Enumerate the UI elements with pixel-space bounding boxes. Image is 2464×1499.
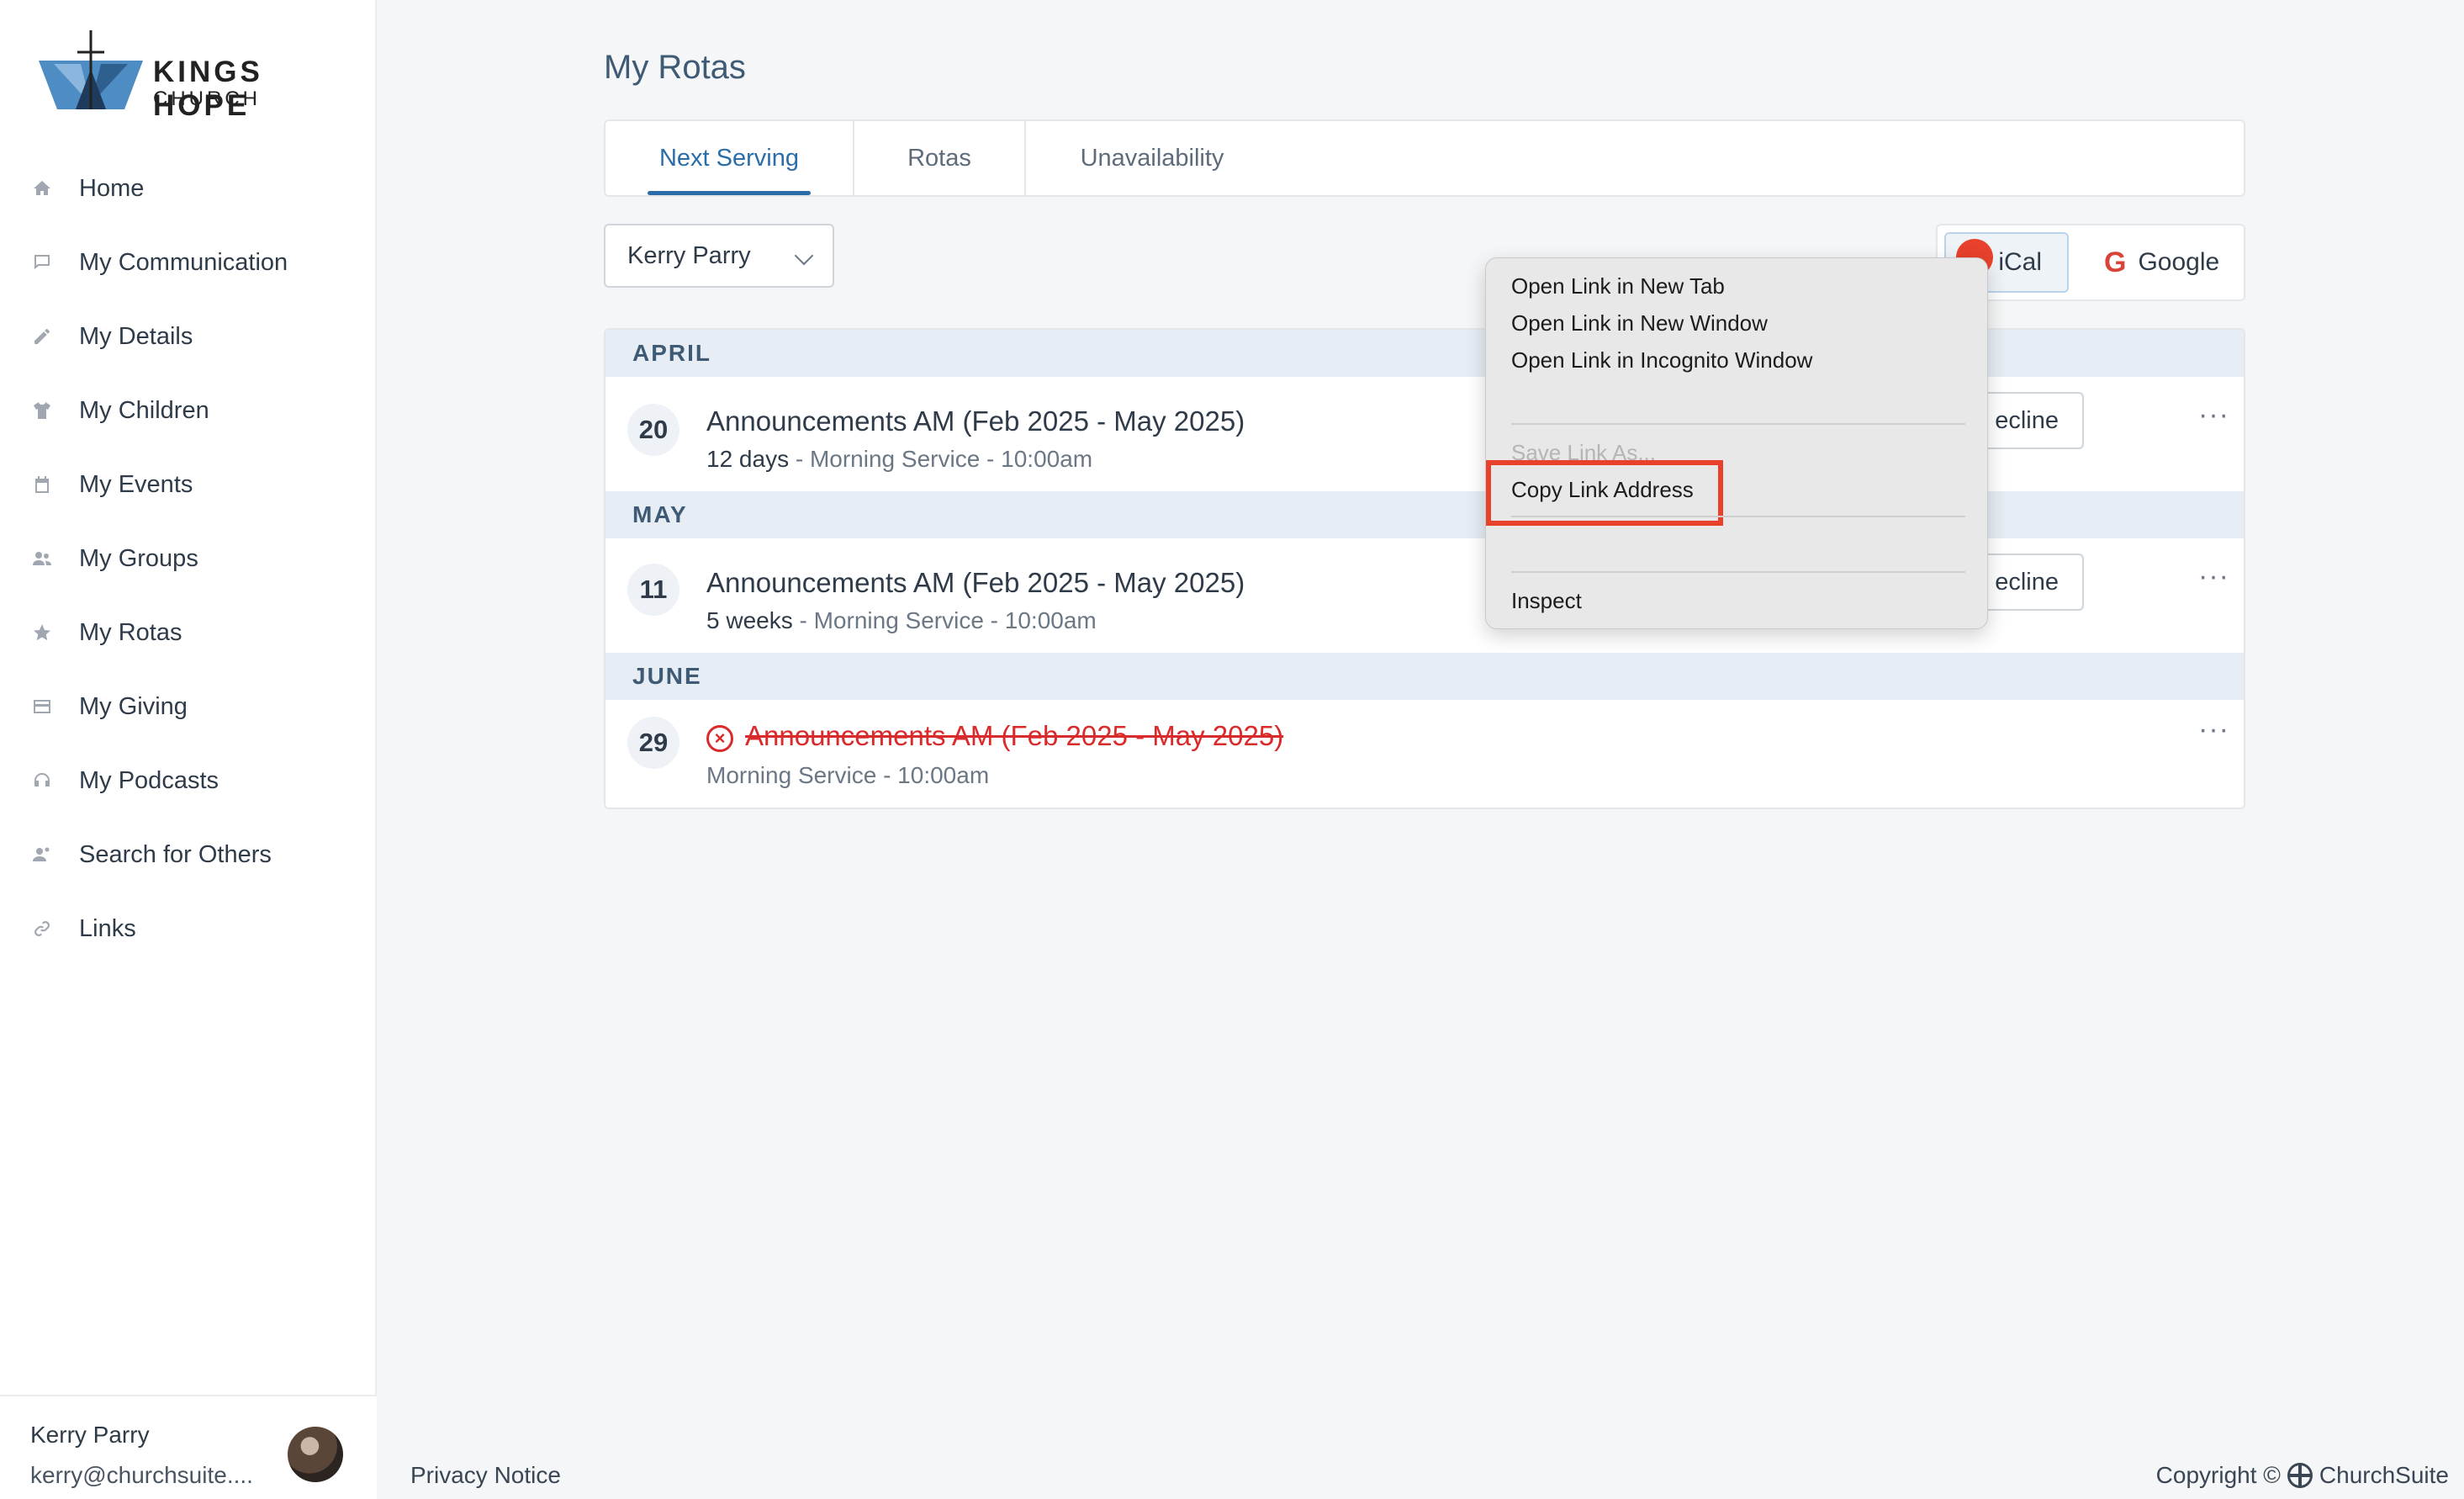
list-item: 11 Announcements AM (Feb 2025 - May 2025… (605, 538, 2244, 653)
more-options-icon[interactable]: ··· (2198, 399, 2229, 432)
rota-detail: - Morning Service - 10:00am (789, 446, 1093, 472)
list-item: 29 × Announcements AM (Feb 2025 - May 20… (605, 700, 2244, 808)
rota-title[interactable]: Announcements AM (Feb 2025 - May 2025) (745, 720, 1283, 752)
pencil-icon (30, 325, 54, 348)
more-options-icon[interactable]: ··· (2198, 713, 2229, 746)
copyright: Copyright © ChurchSuite (2156, 1462, 2449, 1489)
day-badge: 11 (627, 564, 679, 616)
users-icon (30, 547, 54, 570)
rota-list: APRIL 20 Announcements AM (Feb 2025 - Ma… (604, 328, 2245, 809)
tab-unavailability[interactable]: Unavailability (1026, 121, 1278, 195)
sidebar-item-label: My Groups (79, 544, 198, 572)
day-badge: 20 (627, 404, 679, 456)
sidebar-item-label: My Children (79, 396, 209, 424)
logo-mark-icon (39, 30, 143, 109)
ical-label: iCal (1998, 248, 2042, 276)
menu-divider (1511, 516, 1965, 517)
more-options-icon[interactable]: ··· (2198, 560, 2229, 593)
user-profile[interactable]: Kerry Parry kerry@churchsuite.... (0, 1395, 377, 1499)
sidebar-item-events[interactable]: My Events (0, 448, 377, 522)
sidebar-item-label: Home (79, 174, 145, 202)
link-icon (30, 917, 54, 940)
rota-title[interactable]: Announcements AM (Feb 2025 - May 2025) (706, 405, 1245, 437)
person-select-value: Kerry Parry (627, 241, 751, 269)
google-label: Google (2138, 248, 2220, 276)
sidebar-item-label: Search for Others (79, 840, 272, 868)
sidebar-item-label: My Giving (79, 692, 188, 720)
tab-bar: Next Serving Rotas Unavailability (604, 119, 2245, 197)
sidebar-item-details[interactable]: My Details (0, 299, 377, 373)
calendar-icon (30, 473, 54, 496)
user-search-icon (30, 843, 54, 866)
sidebar-item-links[interactable]: Links (0, 892, 377, 966)
rota-title[interactable]: Announcements AM (Feb 2025 - May 2025) (706, 567, 1245, 599)
menu-item-open-incognito[interactable]: Open Link in Incognito Window (1511, 347, 1812, 373)
sidebar-item-label: My Communication (79, 248, 288, 276)
menu-divider (1511, 571, 1965, 573)
copyright-text: Copyright © (2155, 1462, 2281, 1488)
rota-countdown: 5 weeks (706, 607, 793, 633)
tab-next-serving[interactable]: Next Serving (605, 121, 853, 195)
sidebar-item-children[interactable]: My Children (0, 373, 377, 448)
brand-line2: CHURCH (153, 87, 261, 110)
cancelled-icon: × (706, 725, 733, 752)
user-email: kerry@churchsuite.... (30, 1462, 253, 1488)
menu-item-open-new-tab[interactable]: Open Link in New Tab (1511, 273, 1725, 299)
rota-subtitle: 5 weeks - Morning Service - 10:00am (706, 607, 1097, 634)
sidebar-item-communication[interactable]: My Communication (0, 225, 377, 299)
sidebar-item-label: My Details (79, 322, 193, 350)
user-name: Kerry Parry (30, 1422, 150, 1448)
sidebar-item-groups[interactable]: My Groups (0, 522, 377, 596)
sidebar-item-search-others[interactable]: Search for Others (0, 818, 377, 892)
sidebar-item-label: My Events (79, 470, 193, 498)
headphones-icon (30, 769, 54, 792)
chat-icon (30, 251, 54, 274)
avatar[interactable] (288, 1427, 343, 1482)
menu-divider (1511, 423, 1965, 425)
home-icon (30, 177, 54, 200)
menu-item-open-new-window[interactable]: Open Link in New Window (1511, 310, 1768, 336)
sidebar-item-giving[interactable]: My Giving (0, 670, 377, 744)
menu-item-inspect[interactable]: Inspect (1511, 588, 1582, 614)
privacy-notice-link[interactable]: Privacy Notice (410, 1462, 561, 1489)
person-select[interactable]: Kerry Parry (604, 224, 834, 288)
sidebar-item-label: Links (79, 914, 136, 942)
shirt-icon (30, 399, 54, 422)
sidebar: KINGS HOPE CHURCH Home My Communication … (0, 0, 377, 1499)
sidebar-item-podcasts[interactable]: My Podcasts (0, 744, 377, 818)
sidebar-item-home[interactable]: Home (0, 151, 377, 225)
tab-rotas[interactable]: Rotas (854, 121, 1024, 195)
rota-subtitle: 12 days - Morning Service - 10:00am (706, 446, 1092, 473)
sidebar-item-rotas[interactable]: My Rotas (0, 596, 377, 670)
day-badge: 29 (627, 717, 679, 769)
star-icon (30, 621, 54, 644)
company-name[interactable]: ChurchSuite (2319, 1462, 2449, 1489)
context-menu: Open Link in New Tab Open Link in New Wi… (1485, 257, 1988, 629)
google-icon: G (2104, 246, 2127, 278)
churchsuite-logo-icon (2287, 1463, 2313, 1488)
rota-detail: - Morning Service - 10:00am (792, 607, 1097, 633)
month-header: JUNE (605, 653, 2244, 700)
rota-countdown: 12 days (706, 446, 790, 472)
sidebar-nav: Home My Communication My Details My Chil… (0, 151, 377, 966)
rota-subtitle: Morning Service - 10:00am (706, 762, 990, 788)
sidebar-item-label: My Podcasts (79, 766, 219, 794)
chevron-down-icon (794, 246, 814, 266)
list-item: 20 Announcements AM (Feb 2025 - May 2025… (605, 377, 2244, 491)
month-header: APRIL (605, 330, 2244, 377)
page-title: My Rotas (604, 49, 746, 86)
google-calendar-button[interactable]: G Google (2084, 232, 2240, 293)
month-header: MAY (605, 491, 2244, 538)
church-logo[interactable]: KINGS HOPE CHURCH (37, 30, 357, 122)
sidebar-item-label: My Rotas (79, 618, 182, 646)
card-icon (30, 695, 54, 718)
